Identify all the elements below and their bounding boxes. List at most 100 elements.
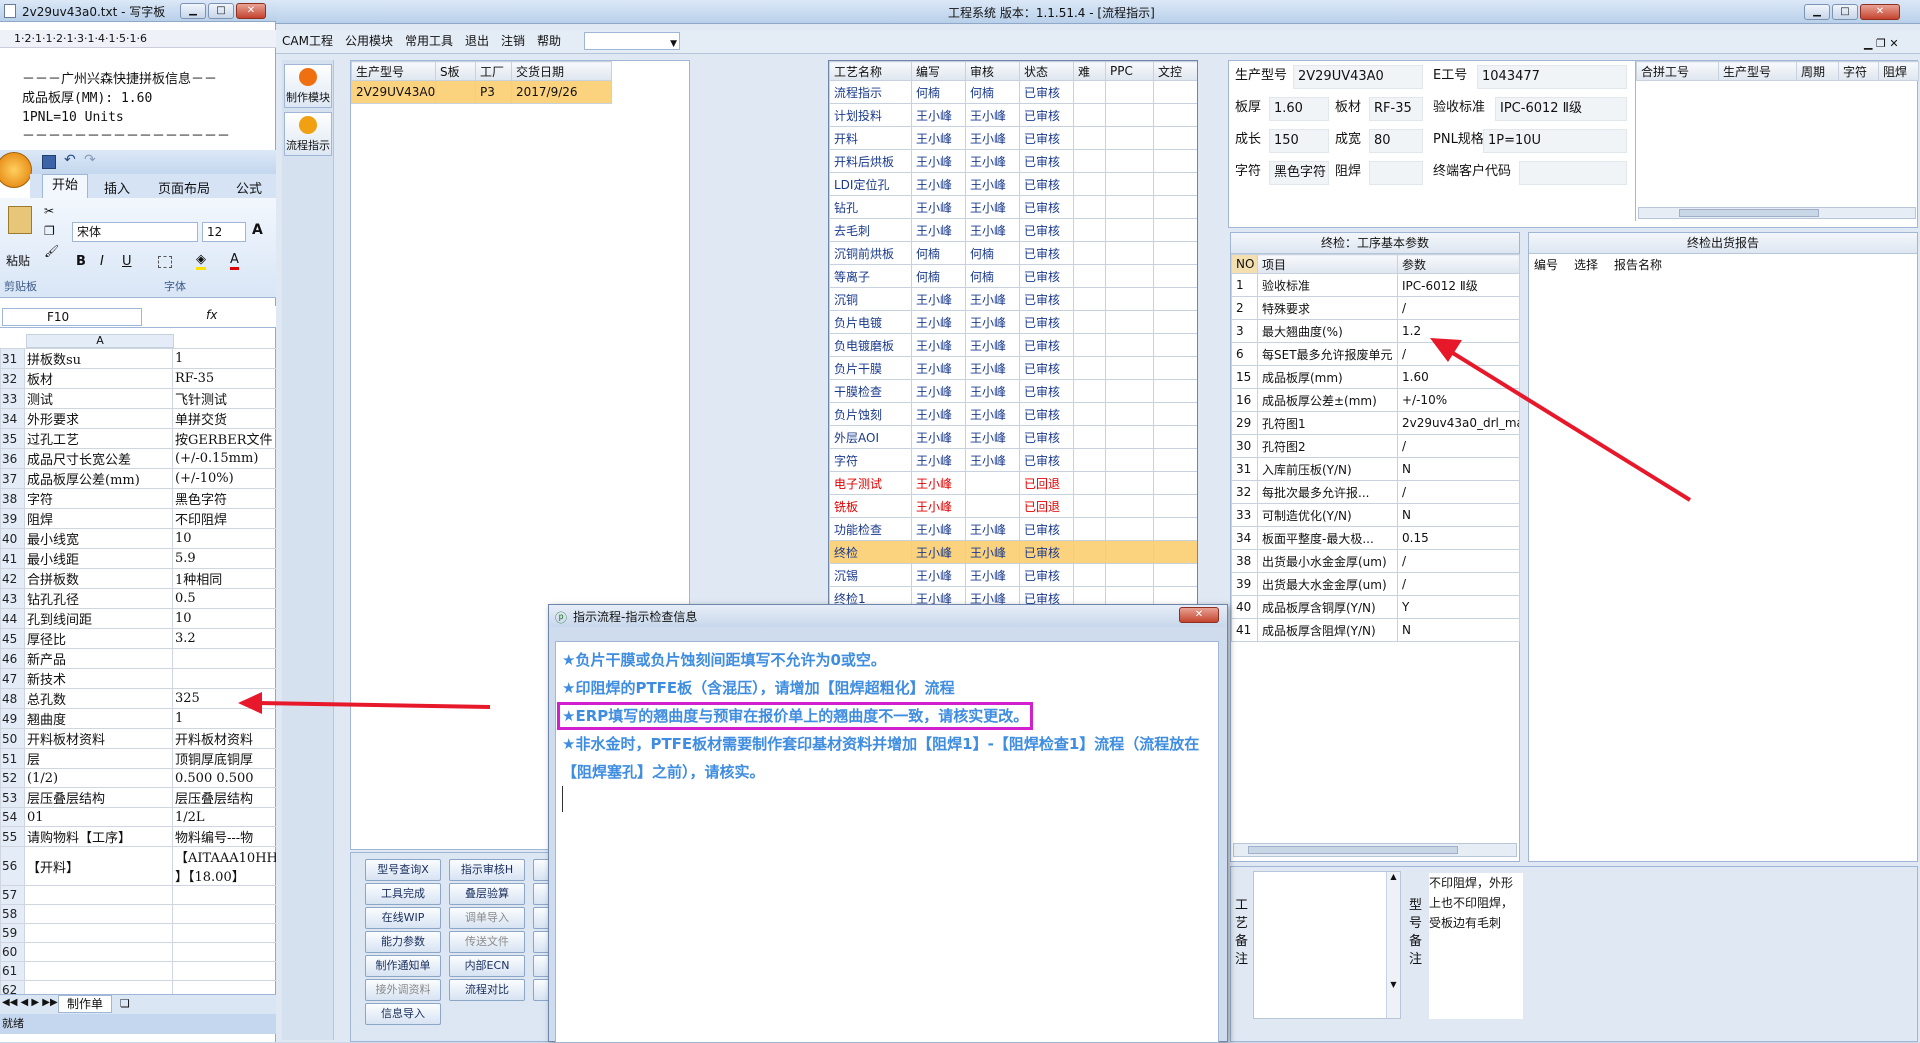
cell-b[interactable]: 单拼交货 bbox=[172, 408, 277, 429]
spreadsheet-row[interactable]: 45 厚径比 3.2 bbox=[0, 628, 277, 649]
sheet-tab-zhizuodan[interactable]: 制作单 bbox=[58, 995, 112, 1013]
paste-label[interactable]: 粘贴 bbox=[6, 252, 30, 269]
row-number[interactable]: 61 bbox=[0, 961, 25, 981]
action-button[interactable]: 调单导入 bbox=[449, 907, 525, 929]
cell-a[interactable] bbox=[24, 942, 173, 962]
cell-a[interactable]: 总孔数 bbox=[24, 688, 173, 709]
row-number[interactable]: 53 bbox=[0, 787, 25, 808]
cell-b[interactable]: 1 bbox=[172, 708, 277, 729]
report-table[interactable]: 编号 选择 报告名称 bbox=[1529, 254, 1916, 274]
cell-b[interactable]: 飞针测试 bbox=[172, 388, 277, 409]
param-row[interactable]: 15 成品板厚(mm) 1.60 bbox=[1231, 365, 1520, 389]
cell-b[interactable] bbox=[172, 648, 277, 669]
grow-font-icon[interactable]: A bbox=[252, 222, 263, 238]
cell-a[interactable]: 01 bbox=[24, 807, 173, 827]
fp-col-param[interactable]: 参数 bbox=[1397, 254, 1520, 274]
row-number[interactable]: 43 bbox=[0, 588, 25, 609]
action-button[interactable]: 接外调资料 bbox=[365, 979, 441, 1001]
param-value[interactable]: / bbox=[1397, 480, 1520, 504]
cell-b[interactable]: 不印阻焊 bbox=[172, 508, 277, 529]
merge-col-character[interactable]: 字符 bbox=[1838, 61, 1879, 81]
cell-a[interactable]: 新产品 bbox=[24, 648, 173, 669]
param-row[interactable]: 39 出货最大水金金厚(um) / bbox=[1231, 572, 1520, 596]
cell-a[interactable]: 层 bbox=[24, 748, 173, 769]
spreadsheet-row[interactable]: 39 阻焊 不印阻焊 bbox=[0, 508, 277, 529]
param-value[interactable]: +/-10% bbox=[1397, 388, 1520, 412]
spreadsheet-row[interactable]: 43 钻孔孔径 0.5 bbox=[0, 588, 277, 609]
spreadsheet-row[interactable]: 57 bbox=[0, 885, 277, 905]
close-button[interactable]: ✕ bbox=[1860, 4, 1900, 20]
process-row[interactable]: 沉铜 王小峰 王小峰 已审核 bbox=[829, 287, 1197, 311]
param-row[interactable]: 33 可制造优化(Y/N) N bbox=[1231, 503, 1520, 527]
cell-b[interactable]: 按GERBER文件 bbox=[172, 428, 277, 449]
param-row[interactable]: 30 孔符图2/ bbox=[1231, 434, 1520, 458]
sheet-nav-icon[interactable]: ◀◀ ◀ ▶ ▶▶ bbox=[2, 997, 58, 1008]
spreadsheet-row[interactable]: 61 bbox=[0, 961, 277, 981]
param-value[interactable]: / bbox=[1397, 296, 1520, 320]
cell-a[interactable]: 请购物料【工序】 bbox=[24, 826, 173, 847]
param-row[interactable]: 29 孔符图1 2v29uv43a0_drl_ma bbox=[1231, 411, 1520, 435]
field-thickness[interactable]: 1.60 bbox=[1269, 97, 1329, 121]
cell-a[interactable]: 厚径比 bbox=[24, 628, 173, 649]
spreadsheet-row[interactable]: 46 新产品 bbox=[0, 648, 277, 669]
menu-dropdown[interactable]: ▼ bbox=[584, 32, 680, 50]
process-row[interactable]: 铣板 王小峰 已回退 bbox=[829, 494, 1197, 518]
param-row[interactable]: 40 成品板厚含铜厚(Y/N) Y bbox=[1231, 595, 1520, 619]
spreadsheet-row[interactable]: 54 01 1/2L bbox=[0, 807, 277, 827]
param-value[interactable]: 0.15 bbox=[1397, 526, 1520, 550]
cell-b[interactable]: 0.500 0.500 bbox=[172, 768, 277, 788]
merge-col-cycle[interactable]: 周期 bbox=[1796, 61, 1839, 81]
row-number[interactable]: 51 bbox=[0, 748, 25, 769]
process-row[interactable]: 开料后烘板 王小峰 王小峰 已审核 bbox=[829, 149, 1197, 173]
spreadsheet-grid[interactable]: 31 拼板数su 1 32 板材 RF-35 33 测试 飞针测试 34 外形要求 单拼交货 35 过孔工… bbox=[0, 348, 277, 1019]
cut-icon[interactable]: ✂ bbox=[44, 204, 54, 218]
cell-a[interactable]: 过孔工艺 bbox=[24, 428, 173, 449]
spreadsheet-row[interactable]: 35 过孔工艺 按GERBER文件 bbox=[0, 428, 277, 449]
param-row[interactable]: 32 每批次最多允许报... / bbox=[1231, 480, 1520, 504]
row-number[interactable]: 58 bbox=[0, 904, 25, 924]
row-number[interactable]: 50 bbox=[0, 728, 25, 749]
param-value[interactable]: N bbox=[1397, 618, 1520, 642]
menu-tools[interactable]: 常用工具 bbox=[399, 30, 459, 52]
spreadsheet-row[interactable]: 55 请购物料【工序】 物料编号---物 bbox=[0, 826, 277, 847]
process-row[interactable]: 沉铜前烘板 何楠 何楠 已审核 bbox=[829, 241, 1197, 265]
param-row[interactable]: 2 特殊要求 / bbox=[1231, 296, 1520, 320]
cell-b[interactable]: 10 bbox=[172, 528, 277, 549]
cell-b[interactable]: 5.9 bbox=[172, 548, 277, 569]
row-number[interactable]: 45 bbox=[0, 628, 25, 649]
fp-col-no[interactable]: NO bbox=[1231, 254, 1258, 274]
param-value[interactable]: / bbox=[1397, 434, 1520, 458]
cell-b[interactable]: RF-35 bbox=[172, 368, 277, 389]
action-button[interactable]: 传送文件 bbox=[449, 931, 525, 953]
cell-b[interactable]: 【AITAAA10HH 】【18.00】 bbox=[172, 846, 277, 886]
action-button[interactable]: 工具完成 bbox=[365, 883, 441, 905]
order-row-selected[interactable]: 2V29UV43A0 P3 2017/9/26 bbox=[351, 80, 612, 104]
font-name-select[interactable]: 宋体 bbox=[72, 222, 198, 242]
field-e-number[interactable]: 1043477 bbox=[1477, 65, 1627, 89]
font-size-select[interactable]: 12 bbox=[202, 222, 246, 242]
order-col-date[interactable]: 交货日期 bbox=[511, 61, 612, 81]
action-button[interactable]: 内部ECN bbox=[449, 955, 525, 977]
bold-icon[interactable]: B bbox=[76, 254, 86, 269]
report-col-name[interactable]: 报告名称 bbox=[1609, 254, 1916, 274]
cell-b[interactable]: 黑色字符 bbox=[172, 488, 277, 509]
cell-b[interactable]: 层压叠层结构 bbox=[172, 787, 277, 808]
spreadsheet-row[interactable]: 49 翘曲度 1 bbox=[0, 708, 277, 729]
tab-formulas[interactable]: 公式 bbox=[236, 178, 262, 197]
merge-table[interactable]: 合拼工号 生产型号 周期 字符 阻焊 bbox=[1636, 61, 1919, 81]
cell-a[interactable]: 成品尺寸长宽公差 bbox=[24, 448, 173, 469]
action-button[interactable]: 能力参数 bbox=[365, 931, 441, 953]
spreadsheet-row[interactable]: 33 测试 飞针测试 bbox=[0, 388, 277, 409]
cell-b[interactable]: 3.2 bbox=[172, 628, 277, 649]
spreadsheet-row[interactable]: 52 (1/2) 0.500 0.500 bbox=[0, 768, 277, 788]
minimize-button[interactable]: ▁ bbox=[1804, 4, 1830, 20]
office-button[interactable] bbox=[0, 152, 32, 188]
redo-icon[interactable]: ↷ bbox=[84, 152, 96, 168]
process-row[interactable]: 外层AOI 王小峰 王小峰 已审核 bbox=[829, 425, 1197, 449]
param-value[interactable]: / bbox=[1397, 549, 1520, 573]
tab-insert[interactable]: 插入 bbox=[104, 178, 130, 197]
cell-a[interactable] bbox=[24, 885, 173, 905]
cell-a[interactable]: 合拼板数 bbox=[24, 568, 173, 589]
mdi-controls[interactable]: ▁ ❐ ✕ bbox=[1858, 33, 1905, 55]
action-button[interactable]: 流程对比 bbox=[449, 979, 525, 1001]
